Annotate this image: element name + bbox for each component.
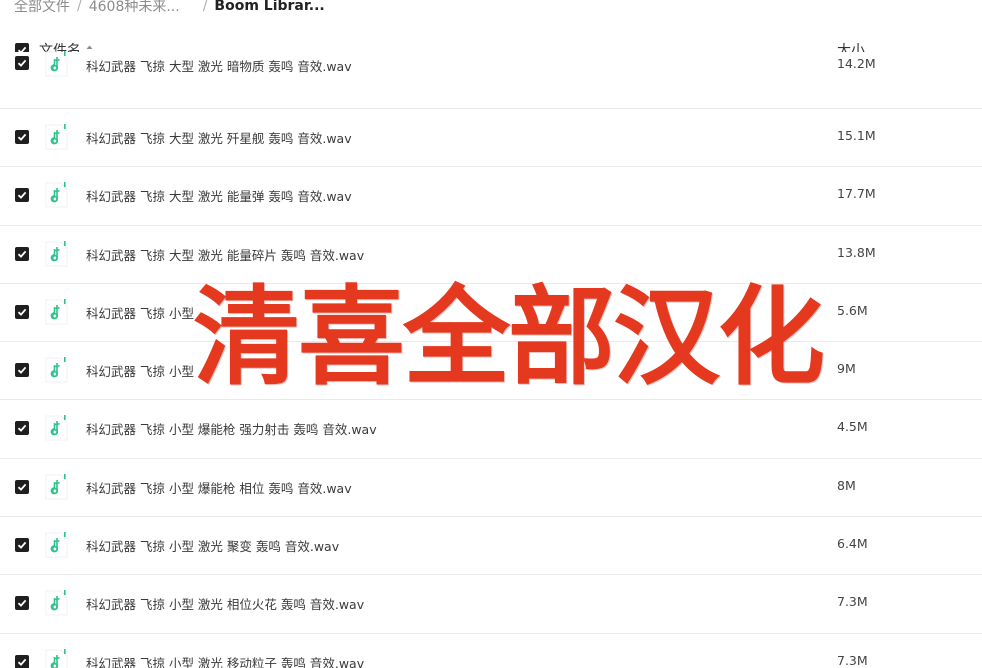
row-checkbox[interactable] [15,596,29,611]
table-row[interactable]: 科幻武器 飞掠 小型 激光 相位火花 轰鸣 音效.wav 7.3M [0,575,982,634]
audio-file-icon [45,240,68,267]
file-name[interactable]: 科幻武器 飞掠 小型 激光 移动粒子 轰鸣 音效.wav [86,653,364,668]
check-icon [17,541,27,549]
file-name[interactable]: 科幻武器 飞掠 小型 爆能枪 相位 轰鸣 音效.wav [86,478,352,497]
audio-file-icon [45,298,68,325]
row-checkbox[interactable] [15,246,29,261]
audio-file-icon [45,532,68,558]
row-checkbox[interactable] [15,538,29,553]
file-size: 15.1M [837,128,876,143]
audio-file-icon [45,648,68,668]
table-row[interactable]: 科幻武器 飞掠 小型 爆能枪 强力射击 轰鸣 音效.wav 4.5M [0,400,982,459]
file-name[interactable]: 科幻武器 飞掠 小型 激光 聚变 轰鸣 音效.wav [86,536,339,555]
audio-file-icon [45,51,68,77]
audio-file-icon [45,124,68,150]
file-name[interactable]: 科幻武器 飞掠 小型 [86,361,194,380]
breadcrumb-item-all-files[interactable]: 全部文件 [14,0,70,16]
file-size: 4.5M [837,419,868,435]
table-row[interactable]: 科幻武器 飞掠 大型 激光 能量弹 轰鸣 音效.wav 17.7M [0,167,982,226]
file-name[interactable]: 科幻武器 飞掠 大型 激光 暗物质 轰鸣 音效.wav [86,56,352,75]
check-icon [17,658,27,666]
breadcrumb-separator: / [202,0,208,14]
table-row[interactable]: 科幻武器 飞掠 小型 激光 聚变 轰鸣 音效.wav 6.4M [0,517,982,576]
audio-file-icon [45,415,68,441]
file-size: 8M [837,477,856,493]
file-name[interactable]: 科幻武器 飞掠 小型 爆能枪 强力射击 轰鸣 音效.wav [86,419,377,438]
audio-file-icon [45,590,68,616]
row-checkbox[interactable] [15,56,29,70]
check-icon [17,133,27,141]
breadcrumb-separator: / [77,0,82,14]
audio-file-icon [45,473,68,500]
file-size: 17.7M [837,186,876,202]
file-manager-page: 全部文件 / 4608种未来... / Boom Librar... 文件名 大… [0,0,982,668]
file-name[interactable]: 科幻武器 飞掠 小型 [86,303,194,322]
check-icon [17,308,27,316]
table-row[interactable]: 科幻武器 飞掠 小型 爆能枪 相位 轰鸣 音效.wav 8M [0,458,982,518]
file-size: 14.2M [837,56,876,71]
file-name[interactable]: 科幻武器 飞掠 大型 激光 能量碎片 轰鸣 音效.wav [86,245,364,264]
file-name[interactable]: 科幻武器 飞掠 大型 激光 能量弹 轰鸣 音效.wav [86,186,352,205]
breadcrumb-item-folder[interactable]: 4608种未来... [89,0,180,16]
file-name[interactable]: 科幻武器 飞掠 大型 激光 歼星舰 轰鸣 音效.wav [86,128,352,147]
check-icon [17,250,27,258]
breadcrumb-item-current: Boom Librar... [214,0,325,14]
overlay-watermark-text: 清喜全部汉化 [193,276,825,400]
row-checkbox[interactable] [15,188,29,203]
audio-file-icon [45,357,68,383]
file-size: 13.8M [837,244,876,260]
check-icon [17,425,27,433]
table-row[interactable]: 科幻武器 飞掠 小型 激光 移动粒子 轰鸣 音效.wav 7.3M [0,633,982,668]
check-icon [17,59,27,67]
file-size: 7.3M [837,652,868,668]
file-size: 7.3M [837,594,868,610]
table-row[interactable]: 科幻武器 飞掠 大型 激光 暗物质 轰鸣 音效.wav 14.2M [0,51,982,109]
row-checkbox[interactable] [15,304,29,319]
check-icon [17,600,27,608]
audio-file-icon [45,182,68,208]
check-icon [17,483,27,491]
row-checkbox[interactable] [15,363,29,378]
check-icon [17,192,27,200]
row-checkbox[interactable] [15,421,29,436]
file-name[interactable]: 科幻武器 飞掠 小型 激光 相位火花 轰鸣 音效.wav [86,594,364,613]
row-checkbox[interactable] [15,130,29,144]
row-checkbox[interactable] [15,654,29,668]
breadcrumb: 全部文件 / 4608种未来... / Boom Librar... [14,0,325,16]
table-row[interactable]: 科幻武器 飞掠 大型 激光 歼星舰 轰鸣 音效.wav 15.1M [0,109,982,168]
file-size: 6.4M [837,536,868,552]
check-icon [17,366,27,375]
row-checkbox[interactable] [15,479,29,494]
